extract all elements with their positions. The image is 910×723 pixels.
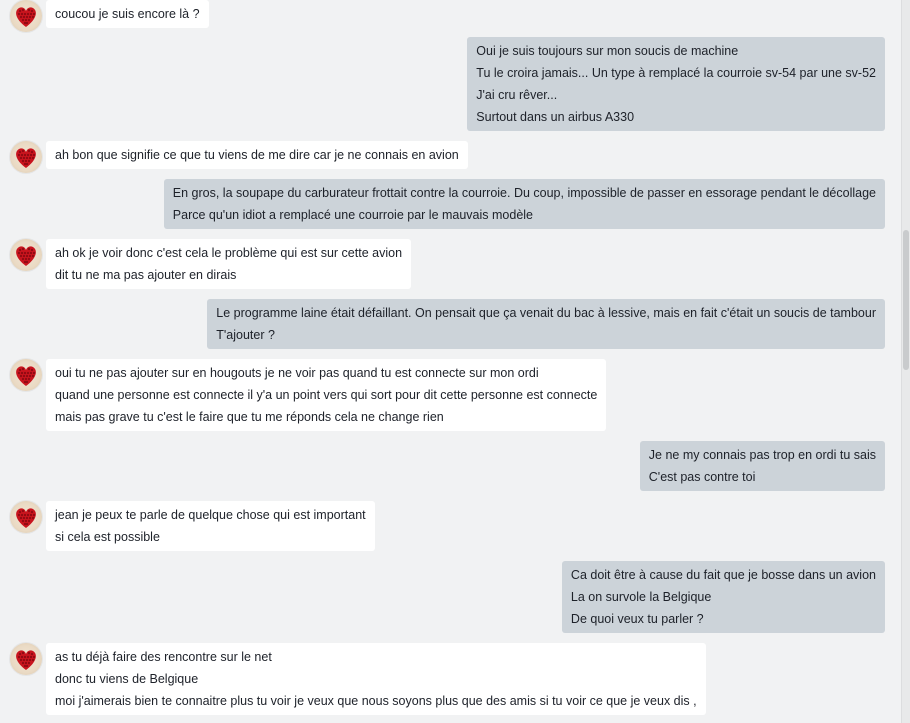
contact-avatar[interactable] — [10, 0, 42, 32]
message-line: Oui je suis toujours sur mon soucis de m… — [476, 44, 739, 58]
red-heart-roses-icon — [16, 650, 36, 670]
message-line: ah ok je voir donc c'est cela le problèm… — [55, 246, 403, 260]
scrollbar-thumb[interactable] — [903, 230, 909, 370]
message-line: mais pas grave tu c'est le faire que tu … — [55, 410, 444, 424]
incoming-message: jean je peux te parle de quelque chose q… — [46, 501, 375, 551]
incoming-message: coucou je suis encore là ? — [46, 0, 209, 28]
red-heart-roses-icon — [16, 366, 36, 386]
message-line: ah bon que signifie ce que tu viens de m… — [55, 148, 459, 162]
outgoing-message: Je ne my connais pas trop en ordi tu sai… — [639, 441, 885, 491]
vertical-scrollbar[interactable] — [901, 0, 910, 723]
message-line: Ca doit être à cause du fait que je boss… — [570, 568, 876, 582]
message-line: Le programme laine était défaillant. On … — [216, 306, 876, 320]
outgoing-message: En gros, la soupape du carburateur frott… — [163, 179, 885, 229]
contact-avatar[interactable] — [10, 239, 42, 271]
incoming-message: ah ok je voir donc c'est cela le problèm… — [46, 239, 412, 289]
message-line: Je ne my connais pas trop en ordi tu sai… — [648, 448, 876, 462]
message-line: dit tu ne ma pas ajouter en dirais — [55, 268, 237, 282]
outgoing-message: Le programme laine était défaillant. On … — [207, 299, 885, 349]
message-line: coucou je suis encore là ? — [55, 7, 200, 21]
message-line: quand une personne est connecte il y'a u… — [55, 388, 598, 402]
message-line: De quoi veux tu parler ? — [570, 612, 704, 626]
message-line: En gros, la soupape du carburateur frott… — [172, 186, 876, 200]
message-line: Surtout dans un airbus A330 — [476, 110, 635, 124]
message-line: oui tu ne pas ajouter sur en hougouts je… — [55, 366, 539, 380]
incoming-message: ah bon que signifie ce que tu viens de m… — [46, 141, 468, 169]
incoming-message: as tu déjà faire des rencontre sur le ne… — [46, 643, 706, 715]
red-heart-roses-icon — [16, 7, 36, 27]
chat-conversation: coucou je suis encore là ? Oui je suis t… — [0, 0, 902, 723]
contact-avatar[interactable] — [10, 643, 42, 675]
contact-avatar[interactable] — [10, 359, 42, 391]
message-line: La on survole la Belgique — [570, 590, 712, 604]
message-line: C'est pas contre toi — [648, 470, 756, 484]
red-heart-roses-icon — [16, 508, 36, 528]
incoming-message: oui tu ne pas ajouter sur en hougouts je… — [46, 359, 607, 431]
message-line: moi j'aimerais bien te connaitre plus tu… — [55, 694, 697, 708]
red-heart-roses-icon — [16, 246, 36, 266]
message-line: as tu déjà faire des rencontre sur le ne… — [55, 650, 272, 664]
message-line: Tu le croira jamais... Un type à remplac… — [476, 66, 876, 80]
message-line: jean je peux te parle de quelque chose q… — [55, 508, 366, 522]
outgoing-message: Ca doit être à cause du fait que je boss… — [561, 561, 885, 633]
message-line: donc tu viens de Belgique — [55, 672, 199, 686]
message-line: Parce qu'un idiot a remplacé une courroi… — [172, 208, 534, 222]
outgoing-message: Oui je suis toujours sur mon soucis de m… — [467, 37, 885, 131]
contact-avatar[interactable] — [10, 141, 42, 173]
message-line: J'ai cru rêver... — [476, 88, 558, 102]
red-heart-roses-icon — [16, 148, 36, 168]
message-line: si cela est possible — [55, 530, 160, 544]
message-line: T'ajouter ? — [216, 328, 275, 342]
contact-avatar[interactable] — [10, 501, 42, 533]
